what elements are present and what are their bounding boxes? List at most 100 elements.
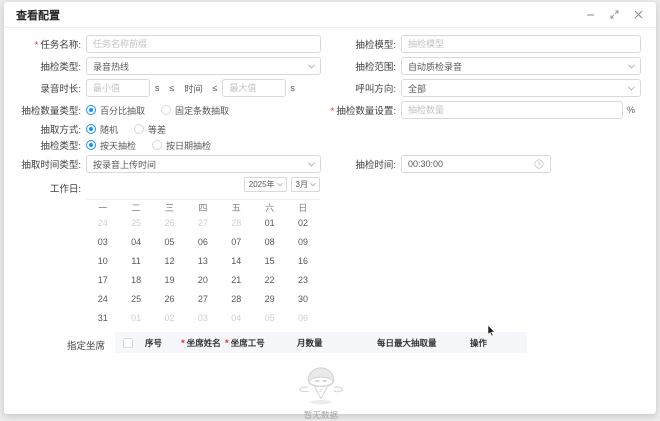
calendar-month-select[interactable]: 3月	[291, 177, 320, 192]
calendar-day[interactable]: 14	[220, 252, 253, 271]
table-header-3: *坐席工号	[221, 337, 293, 349]
table-header-4: 月数量	[293, 337, 373, 349]
radio-arithmetic[interactable]: 等差	[134, 123, 166, 136]
calendar-day[interactable]: 06	[186, 233, 219, 252]
calendar-weekday: 五	[220, 200, 253, 214]
qty-setting-input[interactable]	[401, 101, 623, 119]
chevron-down-icon	[310, 180, 316, 186]
duration-max-input[interactable]	[222, 79, 286, 97]
mouse-cursor	[487, 325, 496, 337]
calendar-day[interactable]: 01	[119, 309, 152, 328]
time-type-label: 抽取时间类型:	[4, 157, 81, 171]
calendar-day[interactable]: 25	[119, 214, 152, 233]
calendar-day[interactable]: 27	[186, 214, 219, 233]
close-icon[interactable]	[632, 9, 644, 21]
calendar-day[interactable]: 02	[286, 214, 319, 233]
calendar-weekday: 一	[86, 200, 119, 214]
duration-min-input[interactable]	[86, 79, 150, 97]
calendar-day[interactable]: 18	[119, 271, 152, 290]
chevron-down-icon	[277, 180, 283, 186]
qty-setting-label: *抽检数量设置:	[321, 103, 396, 117]
agents-table-header: 序号*坐席姓名*坐席工号月数量每日最大抽取量操作	[115, 332, 527, 353]
calendar-day[interactable]: 10	[86, 252, 119, 271]
chevron-down-icon	[308, 61, 315, 68]
radio-by-day[interactable]: 按天抽检	[86, 139, 136, 152]
calendar-day[interactable]: 24	[86, 214, 119, 233]
calendar-day[interactable]: 28	[220, 290, 253, 309]
dialog-header: 查看配置	[4, 2, 656, 28]
calendar-day[interactable]: 04	[119, 233, 152, 252]
calendar-day[interactable]: 02	[153, 309, 186, 328]
calendar-day[interactable]: 08	[253, 233, 286, 252]
calendar-weekday: 三	[153, 200, 186, 214]
table-header-6: 操作	[466, 337, 527, 349]
calendar-day[interactable]: 25	[119, 290, 152, 309]
calendar-day[interactable]: 23	[286, 271, 319, 290]
model-input[interactable]	[401, 35, 641, 53]
calendar-day[interactable]: 26	[153, 214, 186, 233]
task-name-input[interactable]	[86, 35, 321, 53]
calendar-day[interactable]: 03	[186, 309, 219, 328]
calendar-day[interactable]: 07	[220, 233, 253, 252]
select-all-checkbox[interactable]	[123, 338, 133, 348]
minimize-icon[interactable]	[584, 9, 596, 21]
calendar-day[interactable]: 04	[220, 309, 253, 328]
scope-select[interactable]: 自动质检录音	[401, 57, 641, 75]
calendar-year-select[interactable]: 2025年	[244, 177, 287, 192]
calendar-day[interactable]: 06	[286, 309, 319, 328]
calendar-day[interactable]: 30	[286, 290, 319, 309]
view-config-dialog: 查看配置 *任务名称: 抽检模型: 抽检类型: 录音热线	[4, 2, 656, 414]
table-header-1: 序号	[141, 337, 177, 349]
calendar-day[interactable]: 05	[253, 309, 286, 328]
extract-mode-label: 抽取方式:	[4, 122, 81, 136]
calendar-day[interactable]: 20	[186, 271, 219, 290]
radio-percent-extract[interactable]: 百分比抽取	[86, 104, 145, 117]
calendar-weekday-header: 一二三四五六日	[86, 200, 320, 214]
radio-selected-icon	[86, 140, 96, 150]
calendar-day[interactable]: 09	[286, 233, 319, 252]
calendar-day[interactable]: 22	[253, 271, 286, 290]
calendar-weekday: 六	[253, 200, 286, 214]
table-header-2: *坐席姓名	[177, 337, 221, 349]
duration-label: 录音时长:	[4, 81, 81, 95]
calendar-day[interactable]: 16	[286, 252, 319, 271]
radio-selected-icon	[86, 124, 96, 134]
calendar-day[interactable]: 19	[153, 271, 186, 290]
calendar-day[interactable]: 28	[220, 214, 253, 233]
calendar-day[interactable]: 29	[253, 290, 286, 309]
chevron-down-icon	[308, 159, 315, 166]
sample-type-select[interactable]: 录音热线	[86, 57, 321, 75]
workday-calendar: 2025年 3月 一二三四五六日 24252627280102030405060…	[86, 177, 320, 328]
empty-state: 暂无数据	[115, 353, 527, 421]
check-type-label: 抽检类型:	[4, 138, 81, 152]
scope-label: 抽检范围:	[321, 59, 396, 73]
qty-type-label: 抽检数量类型:	[4, 103, 81, 117]
calendar-day[interactable]: 13	[186, 252, 219, 271]
chevron-down-icon	[628, 83, 635, 90]
check-time-input[interactable]: 00:30:00	[401, 155, 551, 173]
calendar-day[interactable]: 11	[119, 252, 152, 271]
radio-fixed-count-extract[interactable]: 固定条数抽取	[161, 104, 229, 117]
radio-random[interactable]: 随机	[86, 123, 118, 136]
calendar-day[interactable]: 01	[253, 214, 286, 233]
percent-suffix: %	[627, 105, 635, 115]
calendar-day[interactable]: 27	[186, 290, 219, 309]
direction-select[interactable]: 全部	[401, 79, 641, 97]
agents-label: 指定坐席	[4, 332, 105, 352]
radio-by-date[interactable]: 按日期抽检	[152, 139, 211, 152]
empty-state-text: 暂无数据	[304, 409, 338, 421]
sample-type-label: 抽检类型:	[4, 59, 81, 73]
maximize-icon[interactable]	[608, 9, 620, 21]
calendar-day[interactable]: 12	[153, 252, 186, 271]
calendar-day[interactable]: 21	[220, 271, 253, 290]
calendar-day[interactable]: 24	[86, 290, 119, 309]
direction-label: 呼叫方向:	[321, 81, 396, 95]
time-type-select[interactable]: 按录音上传时间	[86, 155, 321, 173]
radio-icon	[152, 140, 162, 150]
calendar-day[interactable]: 17	[86, 271, 119, 290]
calendar-day[interactable]: 15	[253, 252, 286, 271]
calendar-day[interactable]: 05	[153, 233, 186, 252]
calendar-day[interactable]: 26	[153, 290, 186, 309]
calendar-day[interactable]: 03	[86, 233, 119, 252]
calendar-day[interactable]: 31	[86, 309, 119, 328]
